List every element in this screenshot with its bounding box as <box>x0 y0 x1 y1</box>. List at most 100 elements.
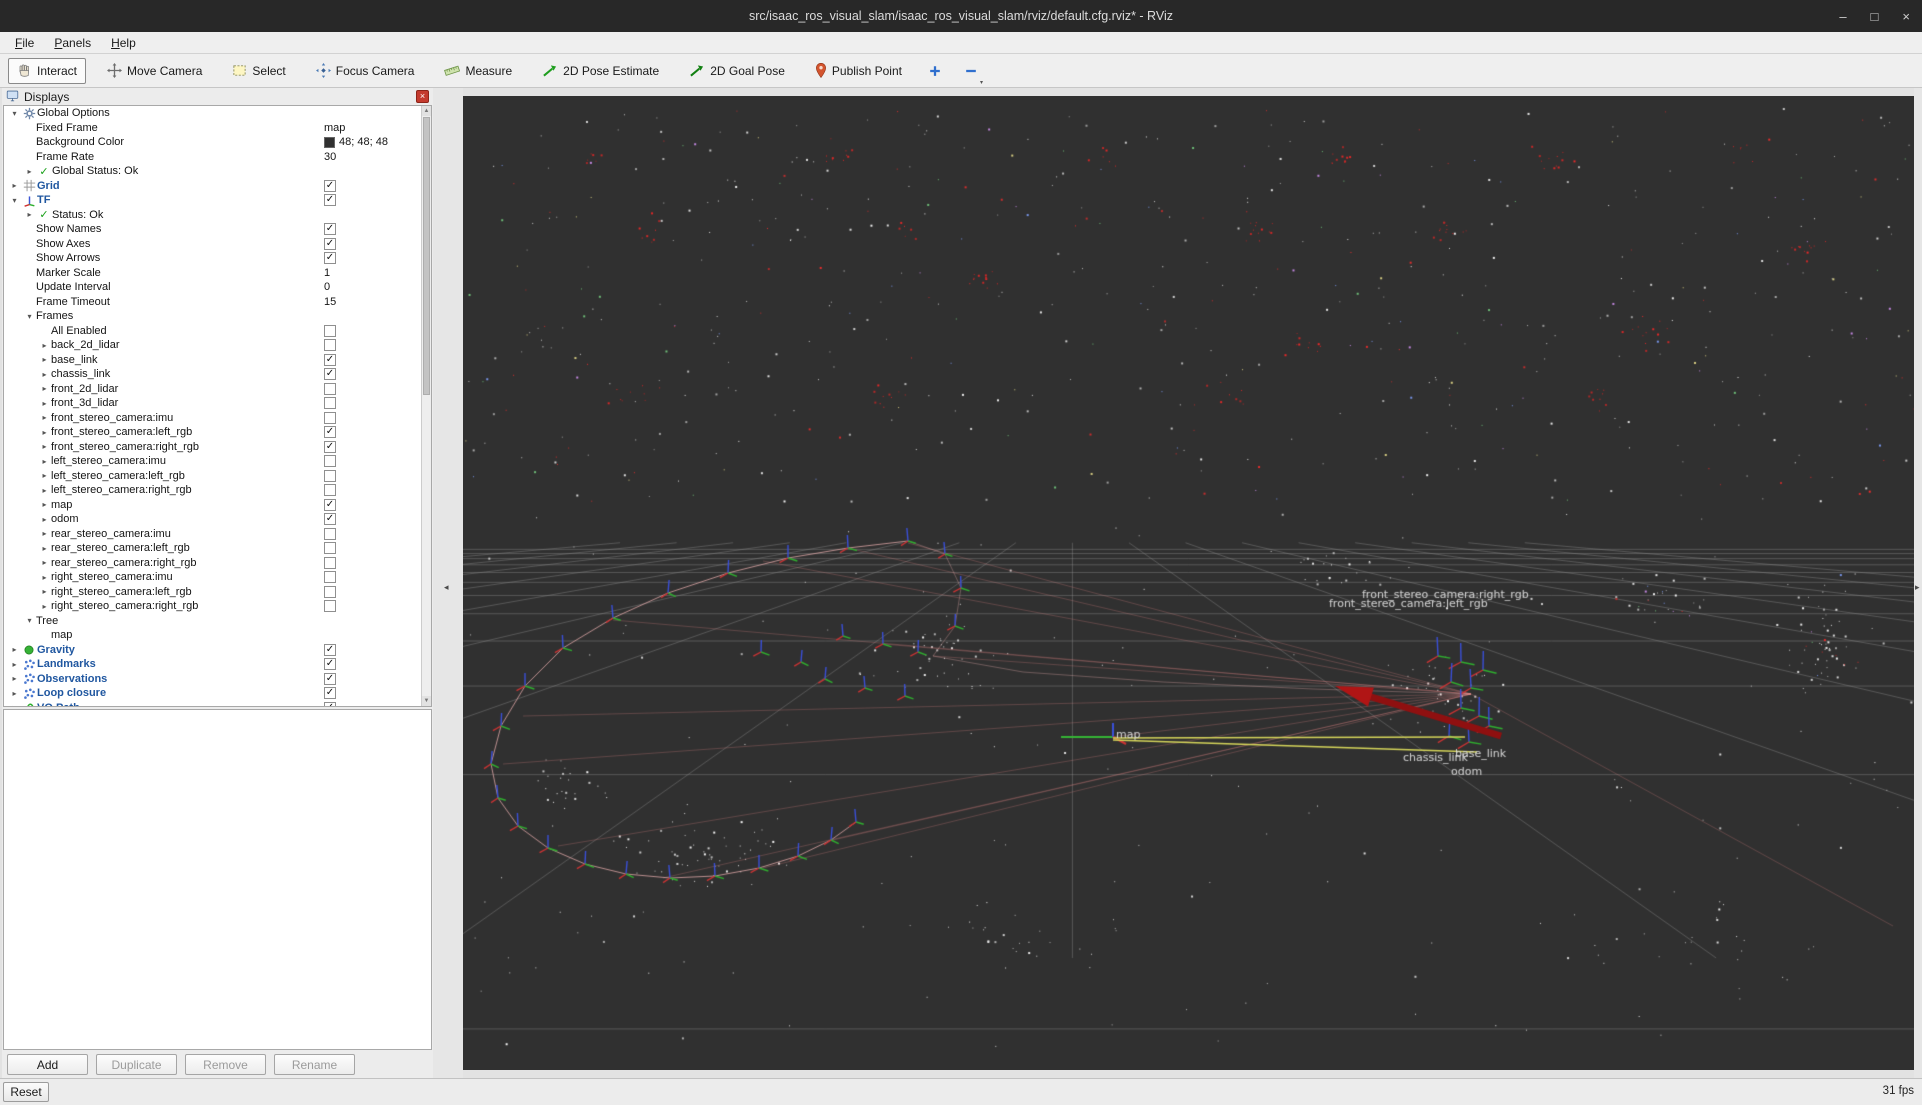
add-button[interactable]: Add <box>7 1054 88 1075</box>
checkbox[interactable]: ✓ <box>324 672 336 685</box>
tree-row[interactable]: ▸ front_3d_lidar <box>4 396 431 411</box>
tree-row[interactable]: ▸ back_2d_lidar <box>4 338 431 353</box>
expander-icon[interactable]: ▸ <box>38 457 51 466</box>
tool-select[interactable]: Select <box>223 58 294 84</box>
checkbox[interactable]: ✓ <box>324 426 336 439</box>
expander-icon[interactable]: ▸ <box>8 703 21 706</box>
property-value[interactable]: 1 <box>324 267 330 279</box>
splitter-collapse-left-icon[interactable]: ◂ <box>444 582 449 593</box>
expander-icon[interactable]: ▾ <box>23 312 36 321</box>
checkbox[interactable]: ✓ <box>324 194 336 207</box>
tree-row[interactable]: ▸ chassis_link ✓ <box>4 367 431 382</box>
checkbox[interactable]: ✓ <box>324 223 336 236</box>
add-tool-button[interactable] <box>923 59 947 83</box>
property-value[interactable]: 0 <box>324 281 330 293</box>
expander-icon[interactable]: ▸ <box>8 645 21 654</box>
tree-row[interactable]: ▸ Observations ✓ <box>4 672 431 687</box>
expander-icon[interactable]: ▸ <box>38 413 51 422</box>
expander-icon[interactable]: ▸ <box>38 515 51 524</box>
expander-icon[interactable]: ▸ <box>8 674 21 683</box>
left-splitter[interactable]: ◂ <box>433 88 463 1078</box>
panel-close-icon[interactable]: × <box>416 90 429 103</box>
checkbox[interactable] <box>324 411 336 424</box>
checkbox[interactable]: ✓ <box>324 658 336 671</box>
tree-row[interactable]: ▸ rear_stereo_camera:imu <box>4 527 431 542</box>
expander-icon[interactable]: ▸ <box>38 428 51 437</box>
tree-row[interactable]: ▸ Grid ✓ <box>4 179 431 194</box>
menu-panels[interactable]: Panels <box>45 34 100 52</box>
property-value[interactable]: 30 <box>324 151 336 163</box>
checkbox[interactable]: ✓ <box>324 353 336 366</box>
expander-icon[interactable]: ▸ <box>38 355 51 364</box>
expander-icon[interactable]: ▸ <box>38 529 51 538</box>
tree-row[interactable]: ▸ ✓ Status: Ok <box>4 208 431 223</box>
tree-row[interactable]: ▸ right_stereo_camera:imu <box>4 570 431 585</box>
expander-icon[interactable]: ▸ <box>38 442 51 451</box>
checkbox[interactable]: ✓ <box>324 237 336 250</box>
tree-row[interactable]: ▸ left_stereo_camera:left_rgb <box>4 469 431 484</box>
expander-icon[interactable]: ▸ <box>38 573 51 582</box>
tree-row[interactable]: Frame Timeout 15 <box>4 295 431 310</box>
dropdown-arrow-icon[interactable]: ▾ <box>980 79 983 86</box>
expander-icon[interactable]: ▸ <box>38 587 51 596</box>
checkbox[interactable] <box>324 542 336 555</box>
expander-icon[interactable]: ▸ <box>8 181 21 190</box>
checkbox[interactable] <box>324 469 336 482</box>
checkbox[interactable] <box>324 484 336 497</box>
expander-icon[interactable]: ▸ <box>23 167 36 176</box>
expander-icon[interactable]: ▸ <box>8 660 21 669</box>
tree-row[interactable]: ▸ ✓ Global Status: Ok <box>4 164 431 179</box>
checkbox[interactable] <box>324 556 336 569</box>
tree-row[interactable]: ▸ Landmarks ✓ <box>4 657 431 672</box>
checkbox[interactable] <box>324 397 336 410</box>
minimize-button[interactable]: – <box>1839 9 1846 24</box>
checkbox[interactable]: ✓ <box>324 701 336 706</box>
menu-file[interactable]: File <box>6 34 43 52</box>
splitter-collapse-right-icon[interactable]: ▸ <box>1915 582 1920 593</box>
tree-row[interactable]: ▸ right_stereo_camera:right_rgb <box>4 599 431 614</box>
tool-publish-point[interactable]: Publish Point <box>806 58 911 84</box>
maximize-button[interactable]: □ <box>1871 9 1879 24</box>
tree-row[interactable]: ▸ rear_stereo_camera:left_rgb <box>4 541 431 556</box>
expander-icon[interactable]: ▸ <box>38 602 51 611</box>
tree-row[interactable]: ▸ map ✓ <box>4 498 431 513</box>
checkbox[interactable]: ✓ <box>324 179 336 192</box>
tree-row[interactable]: ▸ base_link ✓ <box>4 353 431 368</box>
property-value[interactable]: map <box>324 122 345 134</box>
tool-focus-camera[interactable]: Focus Camera <box>307 58 424 84</box>
tree-row[interactable]: ▸ front_stereo_camera:left_rgb ✓ <box>4 425 431 440</box>
close-button[interactable]: × <box>1902 9 1910 24</box>
tree-row[interactable]: ▸ left_stereo_camera:right_rgb <box>4 483 431 498</box>
scroll-up-icon[interactable]: ▲ <box>422 106 431 116</box>
tree-row[interactable]: Fixed Frame map <box>4 121 431 136</box>
property-value[interactable]: 15 <box>324 296 336 308</box>
tree-row[interactable]: Show Arrows ✓ <box>4 251 431 266</box>
3d-scene-canvas[interactable] <box>463 96 1914 1070</box>
tree-row[interactable]: ▸ front_stereo_camera:imu <box>4 411 431 426</box>
tree-row[interactable]: Show Axes ✓ <box>4 237 431 252</box>
tree-row[interactable]: ▸ Loop closure ✓ <box>4 686 431 701</box>
expander-icon[interactable]: ▸ <box>38 471 51 480</box>
expander-icon[interactable]: ▸ <box>38 500 51 509</box>
checkbox[interactable] <box>324 585 336 598</box>
checkbox[interactable] <box>324 527 336 540</box>
property-value[interactable]: 48; 48; 48 <box>339 136 388 148</box>
scroll-down-icon[interactable]: ▼ <box>422 696 431 706</box>
tree-row[interactable]: ▸ front_stereo_camera:right_rgb ✓ <box>4 440 431 455</box>
tree-row[interactable]: Update Interval 0 <box>4 280 431 295</box>
checkbox[interactable]: ✓ <box>324 643 336 656</box>
expander-icon[interactable]: ▸ <box>38 486 51 495</box>
tree-row[interactable]: ▸ right_stereo_camera:left_rgb <box>4 585 431 600</box>
tool-interact[interactable]: Interact <box>8 57 87 84</box>
expander-icon[interactable]: ▾ <box>23 616 36 625</box>
remove-tool-button[interactable]: ▾ <box>959 59 983 86</box>
tree-row[interactable]: Frame Rate 30 <box>4 150 431 165</box>
tree-row[interactable]: ▸ Gravity ✓ <box>4 643 431 658</box>
expander-icon[interactable]: ▸ <box>38 341 51 350</box>
checkbox[interactable]: ✓ <box>324 252 336 265</box>
tree-row[interactable]: ▾ Tree <box>4 614 431 629</box>
checkbox[interactable]: ✓ <box>324 687 336 700</box>
tree-row[interactable]: All Enabled <box>4 324 431 339</box>
expander-icon[interactable]: ▸ <box>38 558 51 567</box>
menu-help[interactable]: Help <box>102 34 145 52</box>
